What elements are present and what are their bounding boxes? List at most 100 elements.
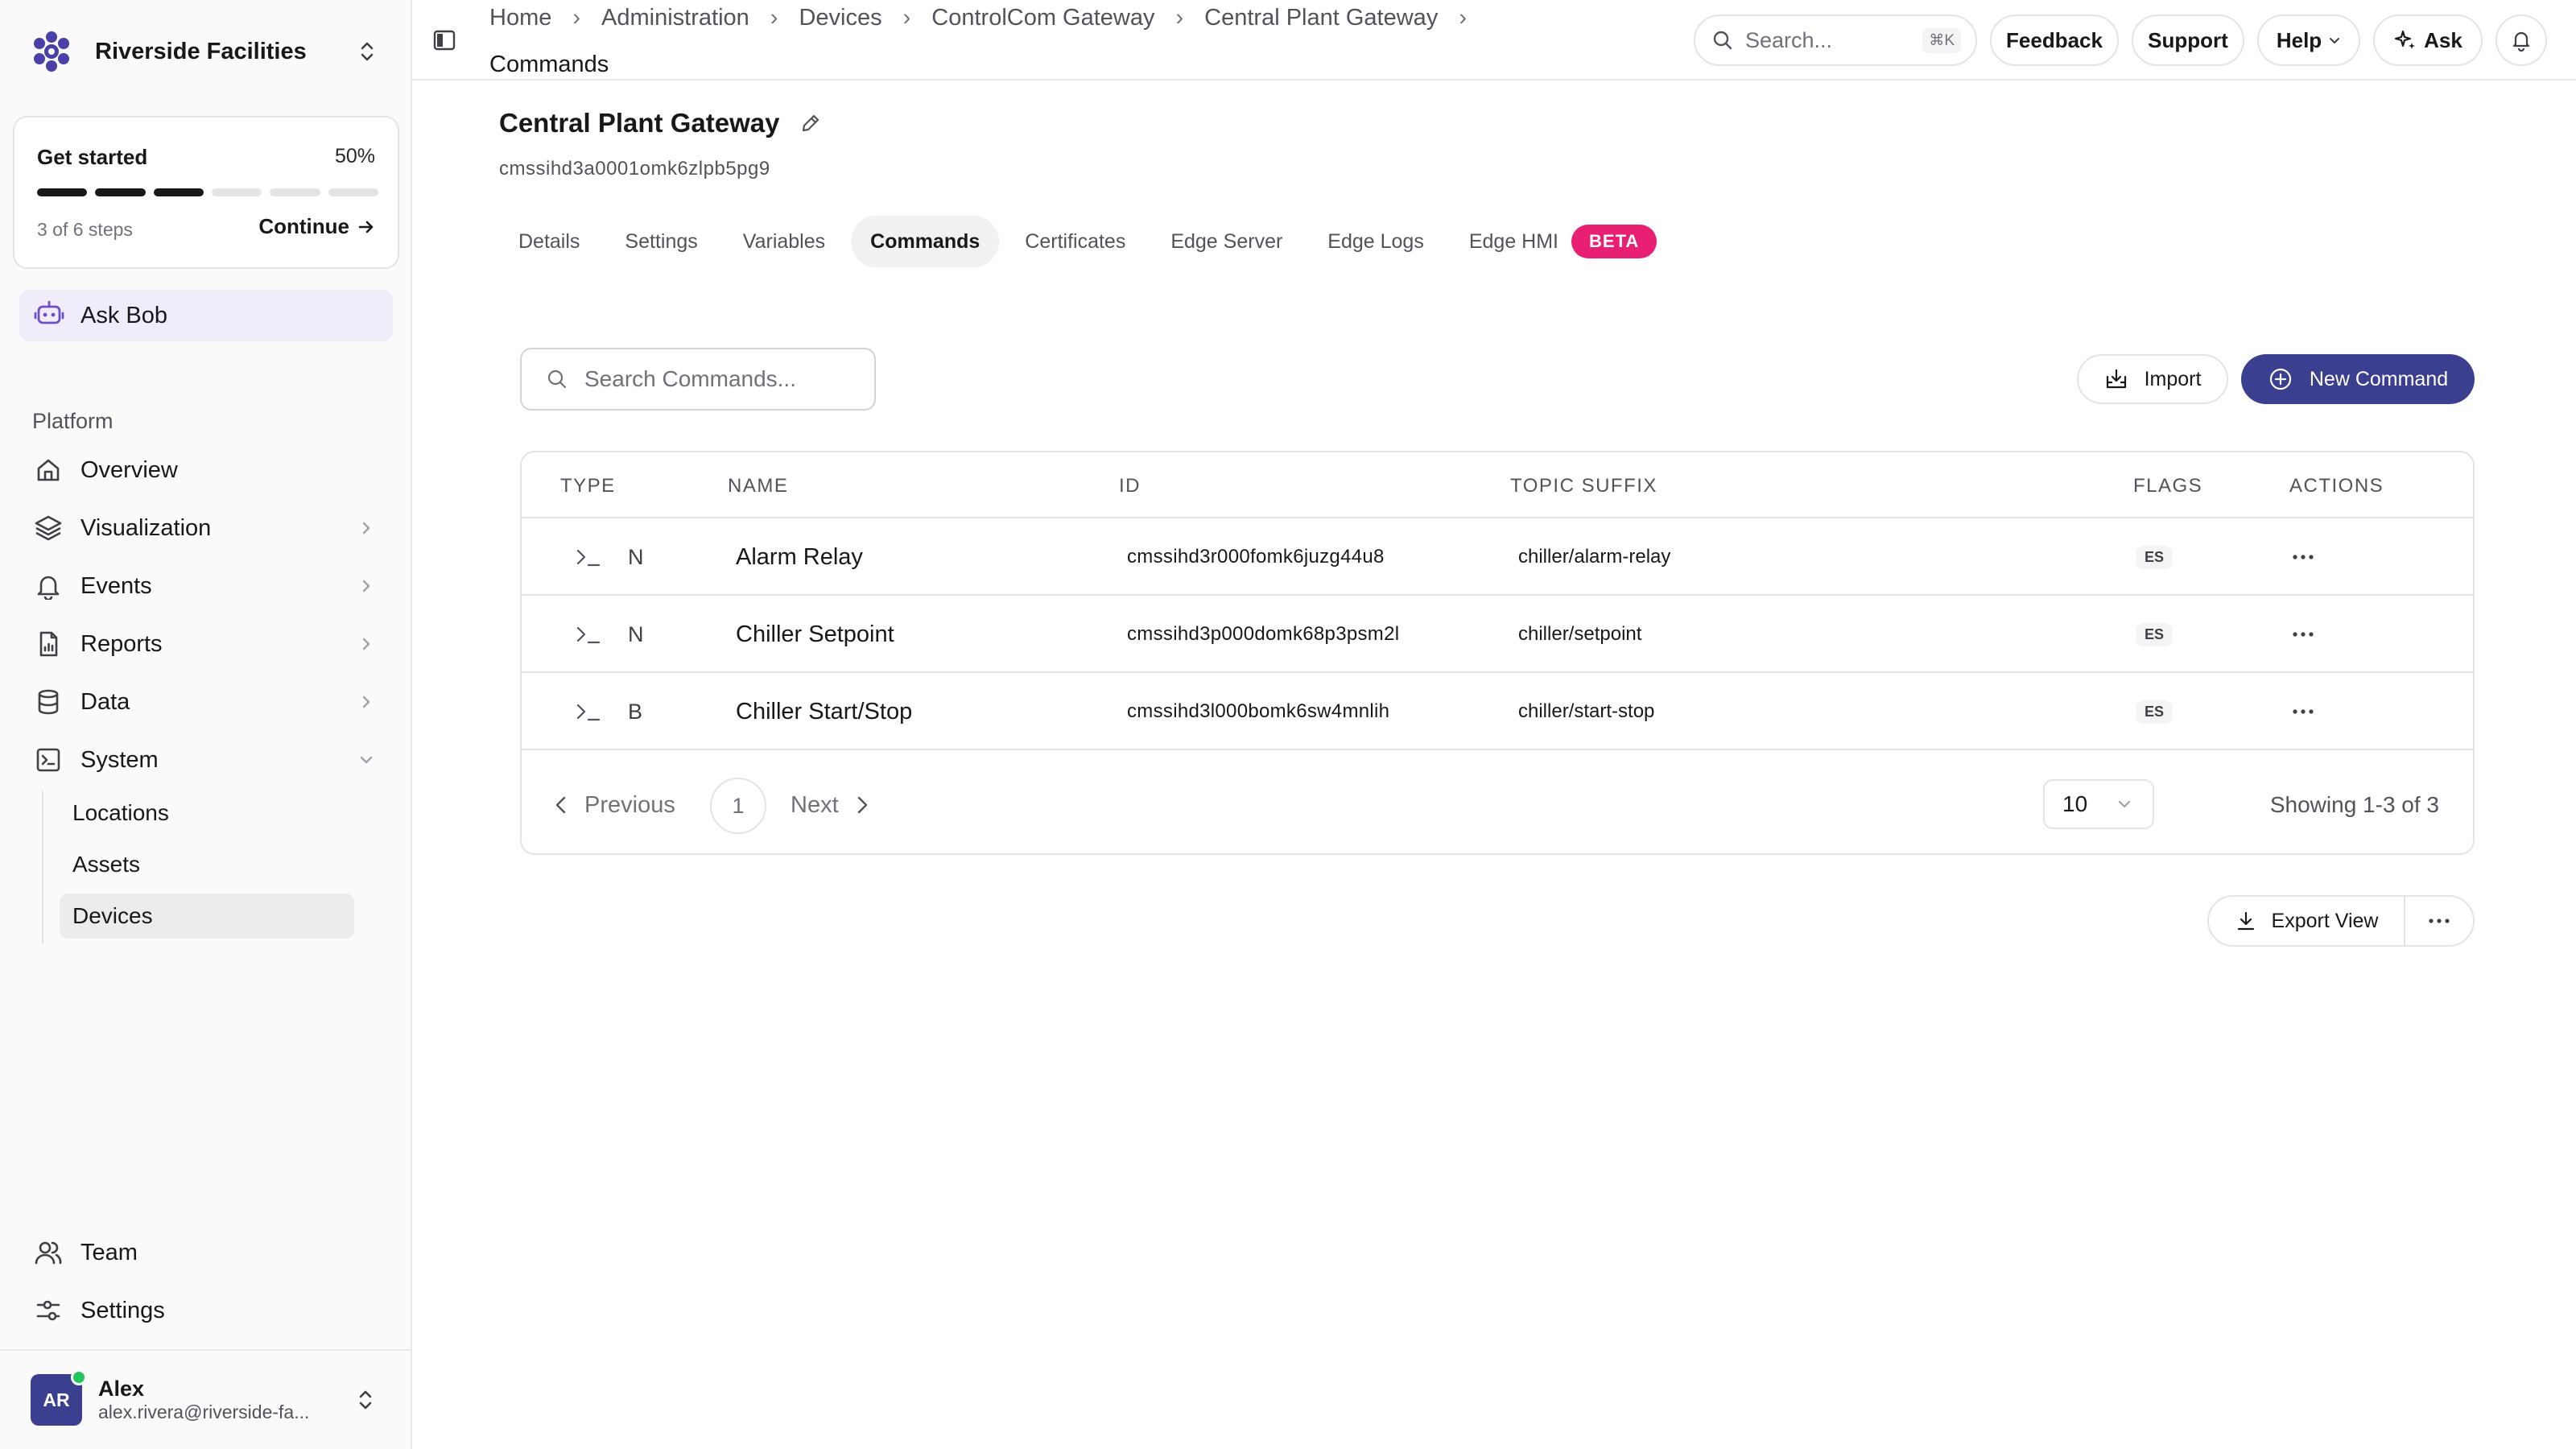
export-view-button[interactable]: Export View — [2209, 897, 2405, 945]
chevron-right-icon: › — [572, 5, 581, 31]
sidebar-item-events[interactable]: Events — [19, 562, 393, 610]
sliders-icon — [32, 1294, 64, 1327]
feedback-button[interactable]: Feedback — [1990, 14, 2119, 66]
tab-label: Edge HMI — [1468, 229, 1559, 253]
chevron-down-icon — [2330, 38, 2340, 43]
previous-page-button[interactable]: Previous — [552, 779, 675, 831]
sidebar-item-label: Events — [80, 572, 152, 599]
download-icon — [2237, 911, 2254, 931]
command-id: cmssihd3r000fomk6juzg44u8 — [1127, 546, 1385, 568]
breadcrumb-controlcom-gateway[interactable]: ControlCom Gateway — [931, 2, 1154, 34]
tab-edge-server[interactable]: Edge Server — [1151, 216, 1302, 267]
sidebar-item-reports[interactable]: Reports — [19, 620, 393, 668]
column-header-name[interactable]: NAME — [728, 475, 788, 497]
terminal-icon — [575, 673, 602, 750]
breadcrumb-central-plant-gateway[interactable]: Central Plant Gateway — [1204, 2, 1438, 34]
device-id: cmssihd3a0001omk6zlpb5pg9 — [499, 158, 770, 180]
bell-icon — [32, 570, 64, 602]
progress-segment — [37, 188, 88, 196]
pencil-icon[interactable] — [799, 111, 823, 135]
next-page-button[interactable]: Next — [791, 779, 871, 831]
chevrons-up-down-icon[interactable] — [351, 1385, 380, 1414]
notifications-button[interactable] — [2496, 14, 2547, 66]
top-bar: Home › Administration › Devices › ControlCom G… — [412, 0, 2576, 80]
column-header-topic-suffix[interactable]: TOPIC SUFFIX — [1510, 475, 1657, 497]
column-header-type[interactable]: TYPE — [560, 475, 616, 497]
table-row[interactable]: N Alarm Relay cmssihd3r000fomk6juzg44u8 … — [522, 518, 2473, 596]
chevrons-up-down-icon[interactable] — [351, 35, 383, 68]
user-info: Alex alex.rivera@riverside-fa... — [98, 1377, 351, 1423]
breadcrumb: Home › Administration › Devices › ControlCom G… — [489, 2, 1536, 80]
continue-button[interactable]: Continue — [258, 214, 375, 239]
page-size-value: 10 — [2062, 791, 2088, 816]
flag-badge: ES — [2136, 545, 2173, 569]
export-more-button[interactable] — [2405, 897, 2473, 945]
previous-label: Previous — [584, 791, 675, 818]
chevron-down-icon — [2118, 800, 2131, 808]
command-name[interactable]: Alarm Relay — [736, 518, 863, 596]
ask-bob-button[interactable]: Ask Bob — [19, 290, 393, 341]
pagination: Previous 1 Next 10 Showing 1-3 of 3 — [522, 752, 2473, 853]
sidebar-item-settings[interactable]: Settings — [19, 1286, 393, 1335]
help-button[interactable]: Help — [2257, 14, 2360, 66]
search-icon — [547, 369, 567, 389]
command-name[interactable]: Chiller Setpoint — [736, 596, 894, 673]
chevron-down-icon — [354, 748, 378, 772]
chevron-right-icon — [857, 796, 867, 814]
chevron-right-icon — [354, 632, 378, 656]
sidebar-subitem-assets[interactable]: Assets — [60, 842, 354, 887]
sidebar-subitem-locations[interactable]: Locations — [60, 791, 354, 836]
search-commands-input[interactable]: Search Commands... — [520, 348, 876, 411]
more-horizontal-icon[interactable] — [2283, 596, 2323, 673]
command-name[interactable]: Chiller Start/Stop — [736, 673, 912, 750]
sidebar-toggle-icon[interactable] — [428, 24, 460, 56]
search-icon — [1713, 31, 1732, 50]
get-started-title: Get started — [37, 145, 148, 169]
org-switcher[interactable]: Riverside Facilities — [29, 24, 383, 79]
command-type: N — [628, 544, 644, 569]
breadcrumb-administration[interactable]: Administration — [601, 2, 749, 34]
sidebar-item-label: Reports — [80, 630, 163, 657]
breadcrumb-home[interactable]: Home — [489, 2, 551, 34]
ask-ai-button[interactable]: Ask — [2373, 14, 2483, 66]
column-header-id[interactable]: ID — [1119, 475, 1141, 497]
continue-label: Continue — [258, 214, 349, 238]
breadcrumb-devices[interactable]: Devices — [799, 2, 881, 34]
org-logo-icon — [29, 29, 74, 74]
sparkles-icon — [2395, 30, 2416, 49]
table-header: TYPE NAME ID TOPIC SUFFIX FLAGS ACTIONS — [522, 452, 2473, 518]
tab-certificates[interactable]: Certificates — [1005, 216, 1145, 267]
tab-variables[interactable]: Variables — [724, 216, 844, 267]
new-command-label: New Command — [2309, 367, 2449, 390]
tab-details[interactable]: Details — [499, 216, 599, 267]
support-button[interactable]: Support — [2132, 14, 2244, 66]
tab-edge-logs[interactable]: Edge Logs — [1308, 216, 1443, 267]
user-menu[interactable]: AR Alex alex.rivera@riverside-fa... — [0, 1349, 411, 1449]
plus-circle-icon — [2269, 368, 2291, 390]
sidebar-subitem-devices[interactable]: Devices — [60, 894, 354, 939]
new-command-button[interactable]: New Command — [2241, 354, 2475, 404]
home-icon — [32, 454, 64, 486]
tab-edge-hmi[interactable]: Edge HMI BETA — [1450, 216, 1676, 267]
arrow-right-icon — [358, 221, 374, 233]
command-id: cmssihd3l000bomk6sw4mnlih — [1127, 700, 1390, 722]
more-horizontal-icon[interactable] — [2283, 518, 2323, 596]
sidebar-item-team[interactable]: Team — [19, 1228, 393, 1277]
more-horizontal-icon[interactable] — [2283, 673, 2323, 750]
tab-commands[interactable]: Commands — [851, 216, 1000, 267]
sidebar-item-system[interactable]: System — [19, 736, 393, 784]
sidebar-item-data[interactable]: Data — [19, 678, 393, 726]
progress-segment — [153, 188, 204, 196]
global-search-input[interactable]: Search... ⌘K — [1694, 14, 1977, 66]
page-number-button[interactable]: 1 — [710, 778, 766, 834]
table-row[interactable]: N Chiller Setpoint cmssihd3p000domk68p3p… — [522, 596, 2473, 673]
sidebar-item-overview[interactable]: Overview — [19, 446, 393, 494]
import-button[interactable]: Import — [2077, 354, 2228, 404]
device-tabs: Details Settings Variables Commands Cert… — [499, 216, 1676, 267]
sidebar-item-visualization[interactable]: Visualization — [19, 504, 393, 552]
page-size-select[interactable]: 10 — [2043, 779, 2154, 829]
table-row[interactable]: B Chiller Start/Stop cmssihd3l000bomk6sw… — [522, 673, 2473, 750]
tab-settings[interactable]: Settings — [605, 216, 716, 267]
ask-label: Ask — [2424, 27, 2462, 52]
sidebar-item-label: System — [80, 746, 159, 773]
